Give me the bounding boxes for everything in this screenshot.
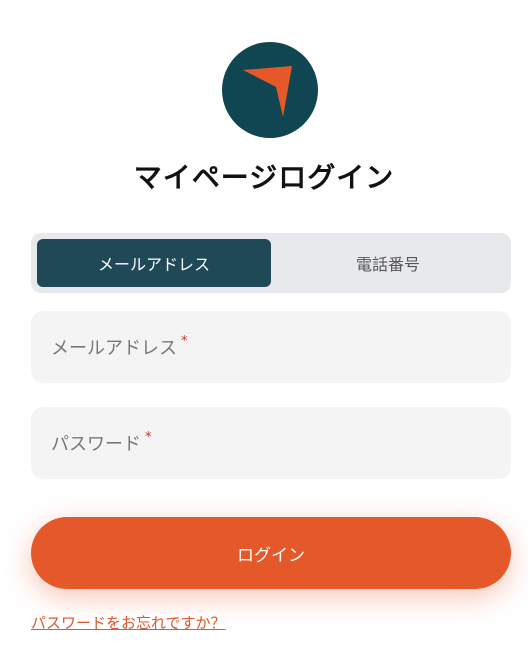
email-field[interactable]: メールアドレス *	[31, 311, 511, 383]
page-title: マイページログイン	[133, 161, 395, 194]
login-button[interactable]: ログイン	[31, 517, 511, 589]
password-label-text: パスワード	[51, 434, 141, 455]
password-field[interactable]: パスワード *	[31, 407, 511, 479]
password-field-label: パスワード *	[51, 430, 152, 456]
tab-email[interactable]: メールアドレス	[37, 239, 271, 287]
email-field-label: メールアドレス *	[51, 334, 188, 360]
arrow-logo-icon	[243, 66, 292, 117]
email-label-text: メールアドレス	[51, 338, 177, 359]
forgot-password-link[interactable]: パスワードをお忘れですか？	[31, 612, 226, 633]
required-mark: *	[181, 334, 188, 349]
login-page: マイページログイン メールアドレス 電話番号 メールアドレス * パスワード * ロ…	[0, 0, 528, 662]
required-mark: *	[145, 430, 152, 445]
tab-phone[interactable]: 電話番号	[271, 239, 505, 287]
login-method-tabs: メールアドレス 電話番号	[31, 233, 511, 293]
brand-logo	[222, 42, 318, 138]
